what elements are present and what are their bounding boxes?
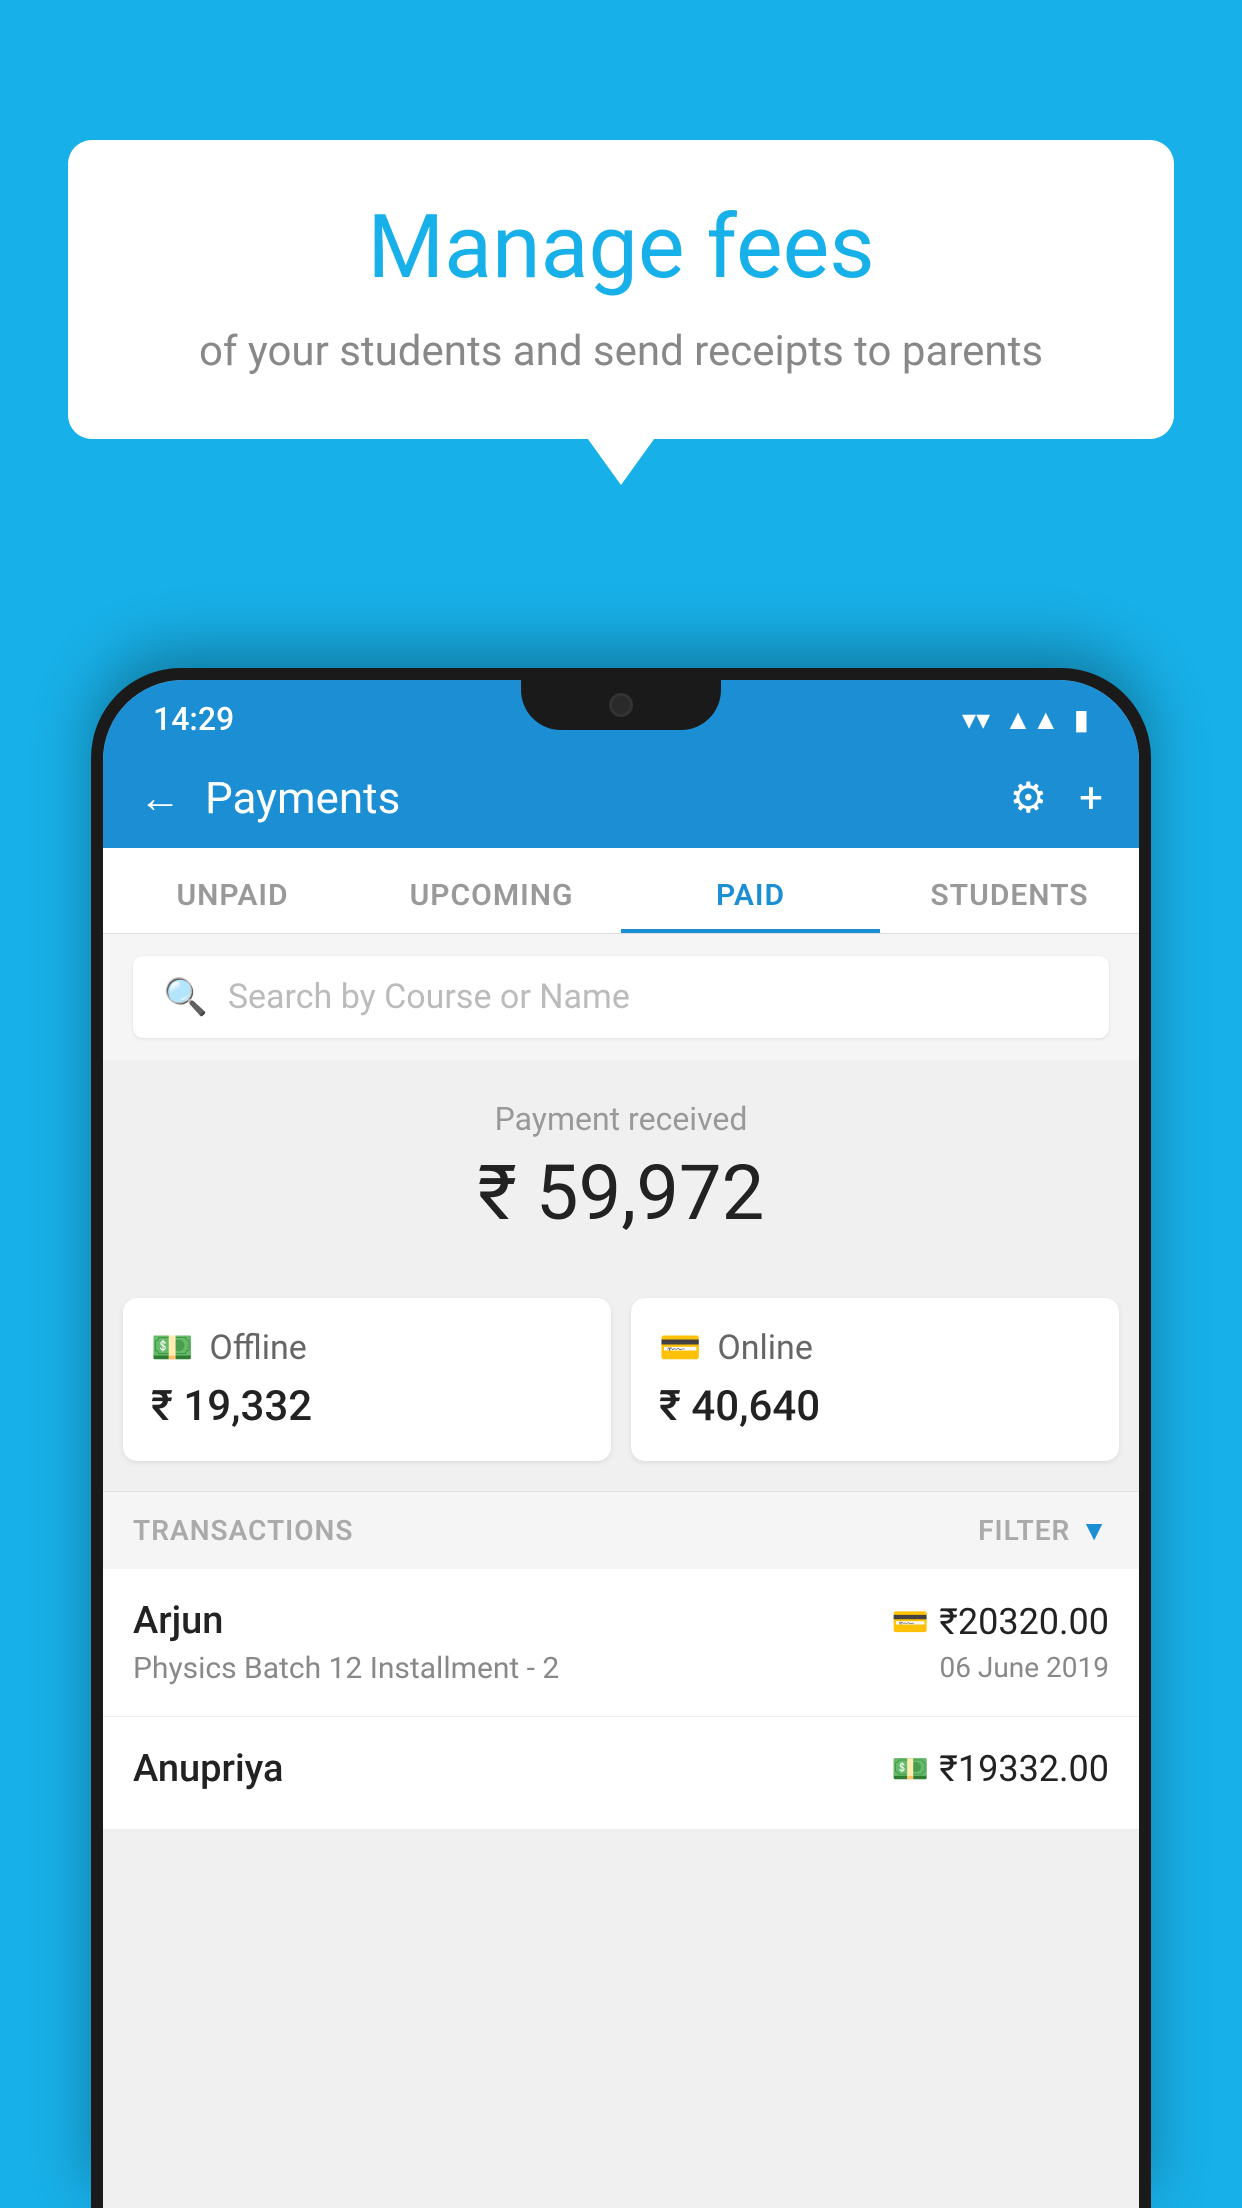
add-icon[interactable]: +: [1079, 774, 1103, 823]
transaction-left-2: Anupriya: [133, 1747, 892, 1799]
transaction-name-1: Arjun: [133, 1599, 892, 1643]
transaction-name-2: Anupriya: [133, 1747, 892, 1791]
speech-bubble: Manage fees of your students and send re…: [68, 140, 1174, 439]
battery-icon: ▮: [1074, 703, 1089, 736]
transaction-left-1: Arjun Physics Batch 12 Installment - 2: [133, 1599, 892, 1686]
transaction-row[interactable]: Arjun Physics Batch 12 Installment - 2 💳…: [103, 1569, 1139, 1717]
search-input[interactable]: Search by Course or Name: [228, 977, 630, 1017]
bubble-subtitle: of your students and send receipts to pa…: [148, 325, 1094, 380]
payment-received-section: Payment received ₹ 59,972: [103, 1060, 1139, 1298]
phone-frame: 14:29 ▾▾ ▲▲ ▮ ← Payments ⚙ + UNPAID UPCO…: [91, 668, 1151, 2208]
phone-notch: [521, 680, 721, 730]
payment-received-amount: ₹ 59,972: [133, 1148, 1109, 1238]
offline-icon: 💵: [151, 1328, 193, 1368]
online-card: 💳 Online ₹ 40,640: [631, 1298, 1119, 1461]
tab-upcoming[interactable]: UPCOMING: [362, 848, 621, 933]
transaction-row[interactable]: Anupriya 💵 ₹19332.00: [103, 1717, 1139, 1830]
signal-icon: ▲▲: [1004, 703, 1059, 736]
header-title: Payments: [205, 772, 986, 824]
status-icons: ▾▾ ▲▲ ▮: [962, 703, 1089, 736]
bubble-title: Manage fees: [148, 200, 1094, 297]
transactions-header: TRANSACTIONS FILTER ▼: [103, 1491, 1139, 1569]
online-label: Online: [717, 1328, 813, 1368]
online-icon: 💳: [659, 1328, 701, 1368]
tabs-bar: UNPAID UPCOMING PAID STUDENTS: [103, 848, 1139, 934]
transactions-label: TRANSACTIONS: [133, 1514, 353, 1547]
status-time: 14:29: [153, 700, 234, 738]
payment-cards: 💵 Offline ₹ 19,332 💳 Online ₹ 40,640: [103, 1298, 1139, 1491]
tab-unpaid[interactable]: UNPAID: [103, 848, 362, 933]
transaction-right-2: 💵 ₹19332.00: [892, 1748, 1109, 1798]
payment-type-icon-1: 💳: [892, 1605, 929, 1640]
tab-paid[interactable]: PAID: [621, 848, 880, 933]
header-icons: ⚙ +: [1010, 773, 1104, 823]
tab-students[interactable]: STUDENTS: [880, 848, 1139, 933]
payment-received-label: Payment received: [133, 1100, 1109, 1138]
payment-type-icon-2: 💵: [892, 1752, 929, 1787]
speech-bubble-container: Manage fees of your students and send re…: [68, 140, 1174, 439]
search-container: 🔍 Search by Course or Name: [103, 934, 1139, 1060]
transaction-amount-1: 💳 ₹20320.00: [892, 1601, 1109, 1643]
app-header: ← Payments ⚙ +: [103, 748, 1139, 848]
transaction-course-1: Physics Batch 12 Installment - 2: [133, 1651, 892, 1686]
filter-button[interactable]: FILTER ▼: [978, 1514, 1109, 1547]
transaction-right-1: 💳 ₹20320.00 06 June 2019: [892, 1601, 1109, 1684]
camera: [609, 693, 633, 717]
filter-icon: ▼: [1080, 1514, 1109, 1547]
phone-screen: 14:29 ▾▾ ▲▲ ▮ ← Payments ⚙ + UNPAID UPCO…: [103, 680, 1139, 2208]
wifi-icon: ▾▾: [962, 703, 990, 736]
online-card-top: 💳 Online: [659, 1328, 1091, 1368]
settings-icon[interactable]: ⚙: [1010, 773, 1048, 823]
search-bar[interactable]: 🔍 Search by Course or Name: [133, 956, 1109, 1038]
transaction-date-1: 06 June 2019: [892, 1651, 1109, 1684]
search-icon: 🔍: [163, 976, 208, 1018]
online-amount: ₹ 40,640: [659, 1382, 1091, 1431]
back-button[interactable]: ←: [139, 774, 181, 823]
offline-card-top: 💵 Offline: [151, 1328, 583, 1368]
transaction-amount-2: 💵 ₹19332.00: [892, 1748, 1109, 1790]
offline-amount: ₹ 19,332: [151, 1382, 583, 1431]
offline-label: Offline: [209, 1328, 306, 1368]
offline-card: 💵 Offline ₹ 19,332: [123, 1298, 611, 1461]
